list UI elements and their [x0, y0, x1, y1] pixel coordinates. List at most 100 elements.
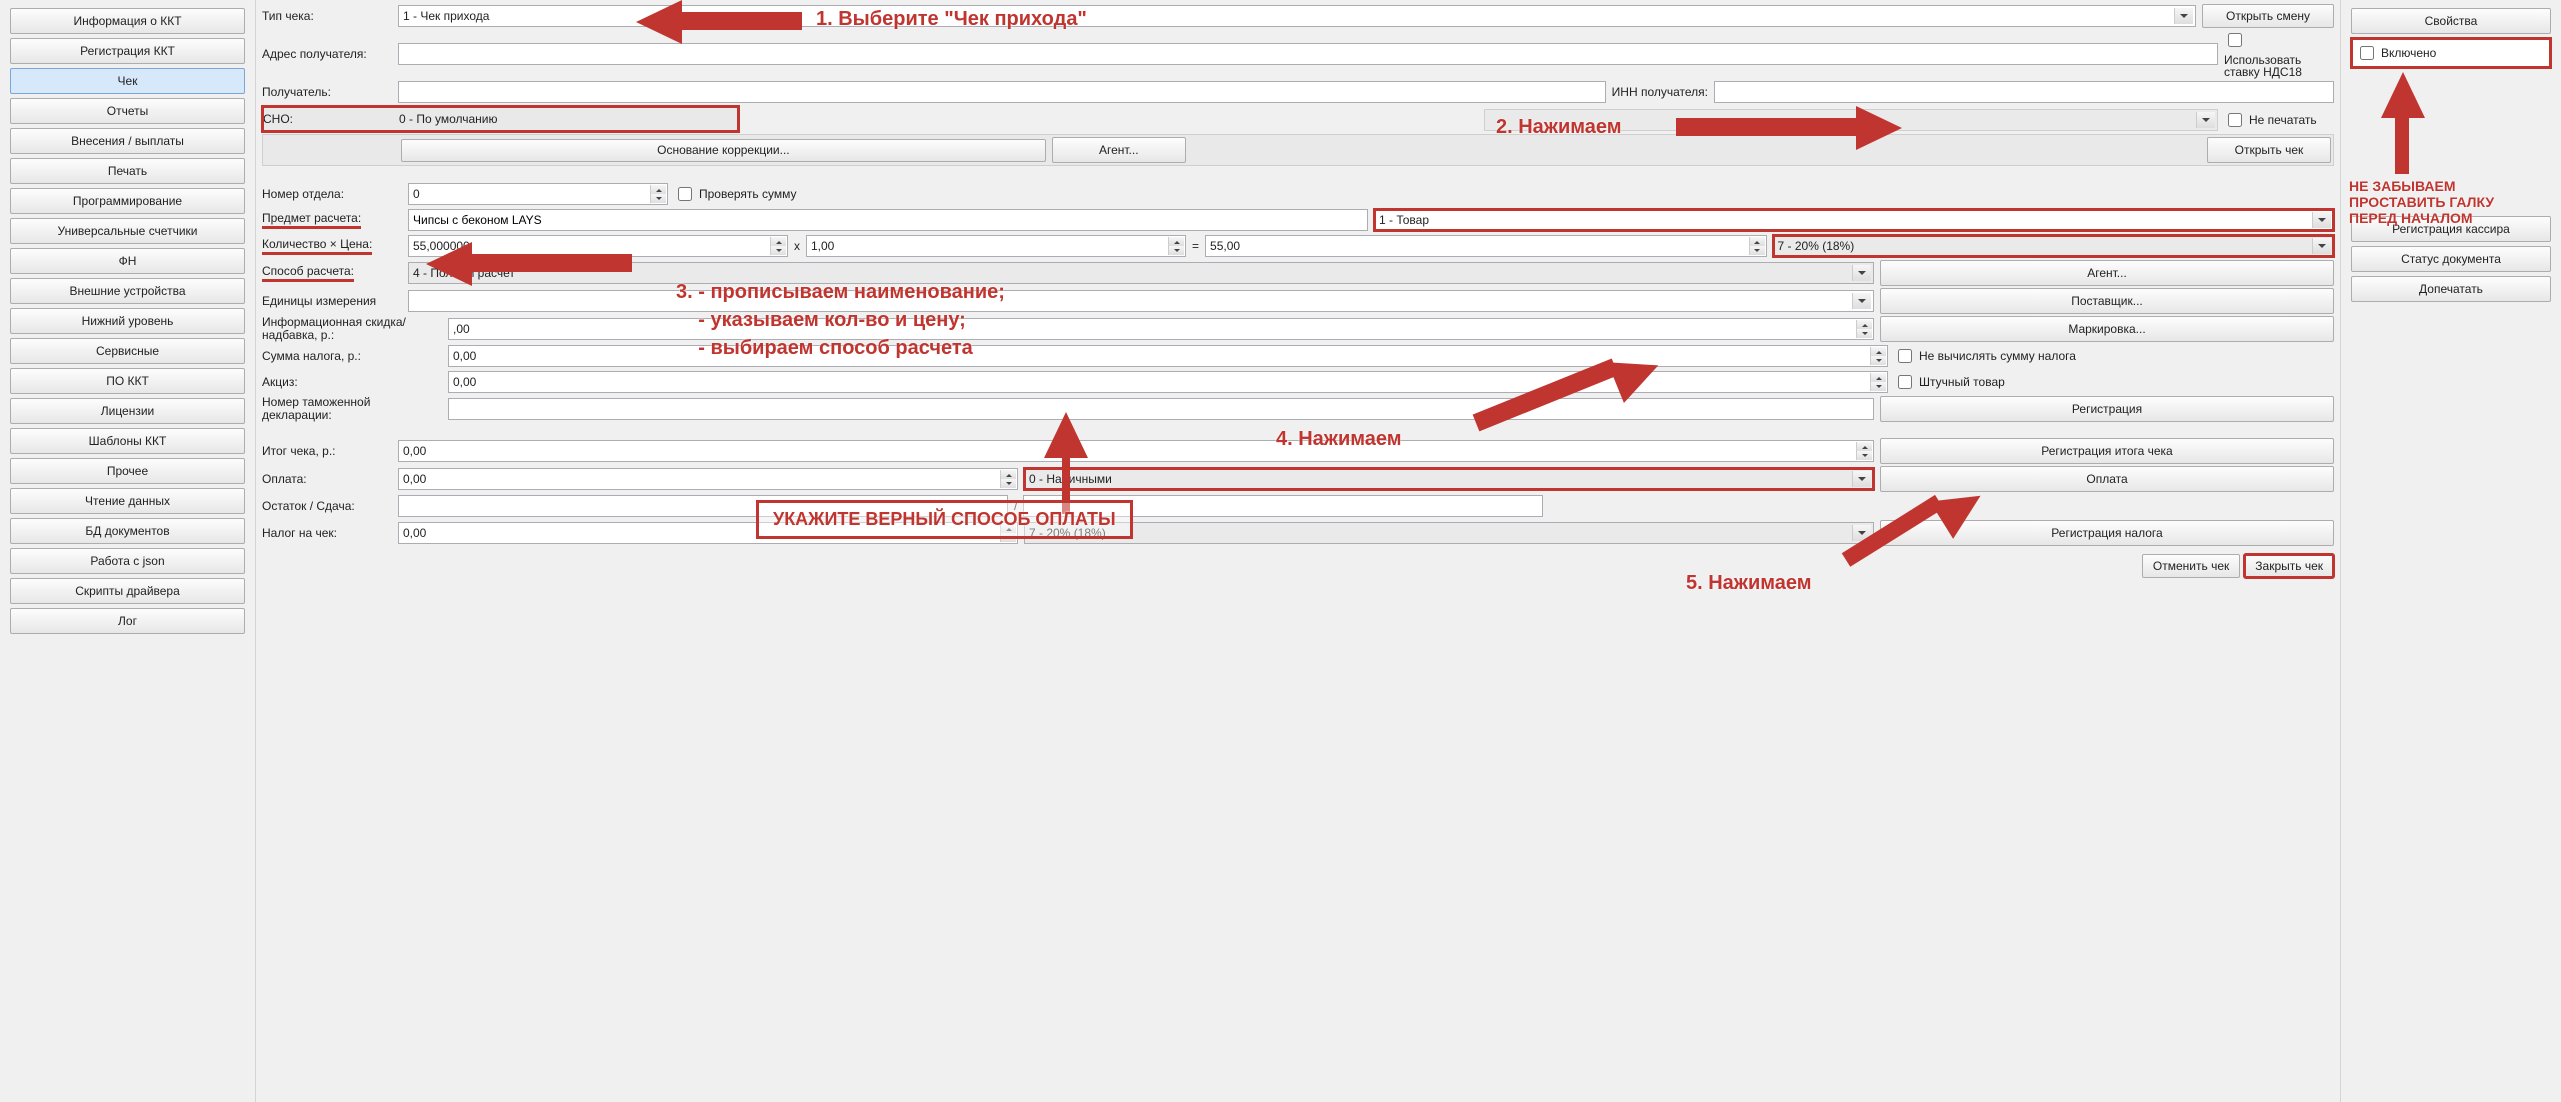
- chevron-down-icon: [1852, 525, 1871, 541]
- reg-nalog-button[interactable]: Регистрация налога: [1880, 520, 2334, 546]
- ostatok-input[interactable]: [398, 495, 1008, 517]
- postavshchik-button[interactable]: Поставщик...: [1880, 288, 2334, 314]
- nav-item-json[interactable]: Работа с json: [10, 548, 245, 574]
- oplata-type-combo[interactable]: 0 - Наличными: [1024, 468, 1874, 490]
- ne-vychislyat-label: Не вычислять сумму налога: [1919, 349, 2076, 363]
- nav-item-fn[interactable]: ФН: [10, 248, 245, 274]
- nav-item-po-kkt[interactable]: ПО ККТ: [10, 368, 245, 394]
- vat-value: 7 - 20% (18%): [1778, 239, 1855, 253]
- info-skidka-spin[interactable]: ,00: [448, 318, 1874, 340]
- inn-input[interactable]: [1714, 81, 2334, 103]
- total-spin[interactable]: 55,00: [1205, 235, 1767, 257]
- annotation-remind: НЕ ЗАБЫВАЕМ ПРОСТАВИТЬ ГАЛКУ ПЕРЕД НАЧАЛ…: [2349, 178, 2529, 226]
- price-value: 1,00: [811, 239, 834, 253]
- reg-itog-button[interactable]: Регистрация итога чека: [1880, 438, 2334, 464]
- nav-item-other[interactable]: Прочее: [10, 458, 245, 484]
- agent-button[interactable]: Агент...: [1052, 137, 1186, 163]
- close-check-button[interactable]: Закрыть чек: [2244, 554, 2334, 578]
- right-panel: Свойства Включено НЕ ЗАБЫВАЕМ ПРОСТАВИТЬ…: [2340, 0, 2561, 1102]
- shtuchnyy-label: Штучный товар: [1919, 375, 2005, 389]
- qty-spin[interactable]: 55,000000: [408, 235, 788, 257]
- open-shift-button[interactable]: Открыть смену: [2202, 4, 2334, 28]
- cancel-check-button[interactable]: Отменить чек: [2142, 554, 2240, 578]
- nav-item-lowlevel[interactable]: Нижний уровень: [10, 308, 245, 334]
- osnovanie-button[interactable]: Основание коррекции...: [401, 139, 1046, 162]
- edinitsy-combo[interactable]: [408, 290, 1874, 312]
- qty-price-label: Количество × Цена:: [262, 237, 402, 255]
- oplata-type-value: 0 - Наличными: [1029, 472, 1112, 486]
- inn-label: ИНН получателя:: [1612, 85, 1708, 99]
- sdacha-input[interactable]: [1023, 495, 1543, 517]
- akciz-value: 0,00: [453, 375, 476, 389]
- tamozh-input[interactable]: [448, 398, 1874, 420]
- chevron-down-icon: [1852, 293, 1871, 309]
- dopechatat-button[interactable]: Допечатать: [2351, 276, 2551, 302]
- summa-naloga-value: 0,00: [453, 349, 476, 363]
- nav-item-licenses[interactable]: Лицензии: [10, 398, 245, 424]
- nav-item-payinout[interactable]: Внесения / выплаты: [10, 128, 245, 154]
- ostatok-label: Остаток / Сдача:: [262, 499, 392, 513]
- tip-cheka-label: Тип чека:: [262, 9, 392, 23]
- itog-spin[interactable]: 0,00: [398, 440, 1874, 462]
- akciz-spin[interactable]: 0,00: [448, 371, 1888, 393]
- nav-item-check[interactable]: Чек: [10, 68, 245, 94]
- summa-naloga-label: Сумма налога, р.:: [262, 349, 442, 363]
- nav-item-readdata[interactable]: Чтение данных: [10, 488, 245, 514]
- oplata-spin[interactable]: 0,00: [398, 468, 1018, 490]
- proveryat-summu-label: Проверять сумму: [699, 187, 797, 201]
- nav-item-scripts[interactable]: Скрипты драйвера: [10, 578, 245, 604]
- left-nav: Информация о ККТ Регистрация ККТ Чек Отч…: [0, 0, 256, 1102]
- nav-item-reg-kkt[interactable]: Регистрация ККТ: [10, 38, 245, 64]
- predmet-label: Предмет расчета:: [262, 211, 402, 229]
- predmet-type-value: 1 - Товар: [1379, 213, 1429, 227]
- nomer-otdela-value: 0: [413, 187, 420, 201]
- eq-symbol: =: [1192, 239, 1199, 253]
- qty-value: 55,000000: [413, 239, 470, 253]
- agent-item-button[interactable]: Агент...: [1880, 260, 2334, 286]
- sposob-label: Способ расчета:: [262, 264, 402, 282]
- status-doc-button[interactable]: Статус документа: [2351, 246, 2551, 272]
- chevron-down-icon: [2312, 238, 2331, 254]
- nomer-otdela-spin[interactable]: 0: [408, 183, 668, 205]
- tip-cheka-combo[interactable]: 1 - Чек прихода: [398, 5, 2196, 27]
- nds18-checkbox[interactable]: Использовать ставку НДС18: [2224, 30, 2334, 78]
- nav-item-service[interactable]: Сервисные: [10, 338, 245, 364]
- nav-item-docdb[interactable]: БД документов: [10, 518, 245, 544]
- nav-item-reports[interactable]: Отчеты: [10, 98, 245, 124]
- nav-item-counters[interactable]: Универсальные счетчики: [10, 218, 245, 244]
- akciz-label: Акциз:: [262, 375, 442, 389]
- registratsiya-button[interactable]: Регистрация: [1880, 396, 2334, 422]
- ne-pechatat-checkbox[interactable]: Не печатать: [2224, 110, 2334, 130]
- nav-item-programming[interactable]: Программирование: [10, 188, 245, 214]
- nalog-spin[interactable]: 0,00: [398, 522, 1018, 544]
- nav-item-info-kkt[interactable]: Информация о ККТ: [10, 8, 245, 34]
- oplata-button[interactable]: Оплата: [1880, 466, 2334, 492]
- open-check-button[interactable]: Открыть чек: [2207, 137, 2331, 163]
- poluchatel-input[interactable]: [398, 81, 1606, 103]
- oplata-value: 0,00: [403, 472, 426, 486]
- nav-item-external[interactable]: Внешние устройства: [10, 278, 245, 304]
- predmet-type-combo[interactable]: 1 - Товар: [1374, 209, 2334, 231]
- props-button[interactable]: Свойства: [2351, 8, 2551, 34]
- adres-input[interactable]: [398, 43, 2218, 65]
- nds18-label: Использовать ставку НДС18: [2224, 54, 2334, 78]
- price-spin[interactable]: 1,00: [806, 235, 1186, 257]
- nav-item-print[interactable]: Печать: [10, 158, 245, 184]
- nav-item-templates[interactable]: Шаблоны ККТ: [10, 428, 245, 454]
- chevron-down-icon: [2312, 212, 2331, 228]
- sposob-combo[interactable]: 4 - Полный расчет: [408, 262, 1874, 284]
- shtuchnyy-checkbox[interactable]: Штучный товар: [1894, 372, 2334, 392]
- markirovka-button[interactable]: Маркировка...: [1880, 316, 2334, 342]
- ne-vychislyat-checkbox[interactable]: Не вычислять сумму налога: [1894, 346, 2334, 366]
- vklyucheno-checkbox[interactable]: Включено: [2351, 38, 2551, 68]
- predmet-input[interactable]: [408, 209, 1368, 231]
- nav-item-log[interactable]: Лог: [10, 608, 245, 634]
- nalog-type-value: 7 - 20% (18%): [1029, 526, 1106, 540]
- nalog-type-combo[interactable]: 7 - 20% (18%): [1024, 522, 1874, 544]
- info-skidka-label: Информационная скидка/надбавка, р.:: [262, 316, 442, 342]
- tamozh-label: Номер таможенной декларации:: [262, 396, 442, 422]
- proveryat-summu-checkbox[interactable]: Проверять сумму: [674, 184, 797, 204]
- chevron-down-icon: [1852, 265, 1871, 281]
- vat-combo[interactable]: 7 - 20% (18%): [1773, 235, 2335, 257]
- summa-naloga-spin[interactable]: 0,00: [448, 345, 1888, 367]
